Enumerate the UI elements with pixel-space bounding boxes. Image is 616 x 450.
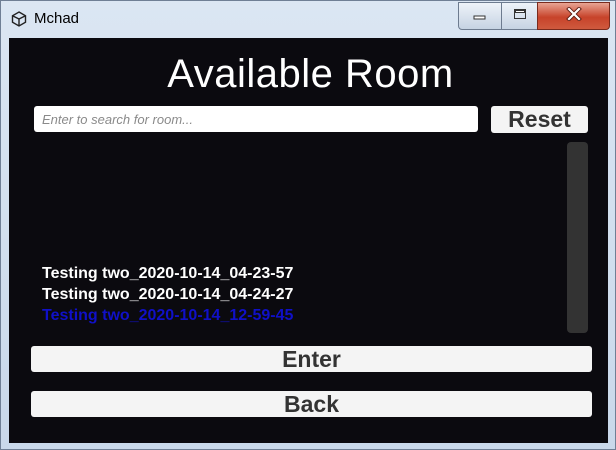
room-list-item[interactable]: Testing two_2020-10-14_04-23-57 [42,263,562,284]
room-list: Testing two_2020-10-14_04-23-57 Testing … [42,263,562,326]
maximize-icon [513,7,527,25]
close-icon [565,5,582,26]
title-bar[interactable]: Mchad [1,1,615,37]
reset-button[interactable]: Reset [491,106,588,133]
room-list-item-selected[interactable]: Testing two_2020-10-14_12-59-45 [42,305,562,326]
maximize-button[interactable] [501,2,538,30]
room-list-scrollbar[interactable] [567,142,588,333]
close-button[interactable] [537,2,610,30]
room-lobby-panel: Available Room Reset Testing two_2020-10… [9,38,608,443]
room-search-input[interactable] [34,106,478,132]
enter-button[interactable]: Enter [31,346,592,372]
minimize-icon [473,7,487,25]
window-title: Mchad [34,10,80,27]
back-button[interactable]: Back [31,391,592,417]
unity-logo-icon [11,11,27,27]
page-title: Available Room [167,52,454,96]
room-list-item[interactable]: Testing two_2020-10-14_04-24-27 [42,284,562,305]
minimize-button[interactable] [458,2,502,30]
app-window: Mchad Available Room Enter to search for… [0,0,616,450]
